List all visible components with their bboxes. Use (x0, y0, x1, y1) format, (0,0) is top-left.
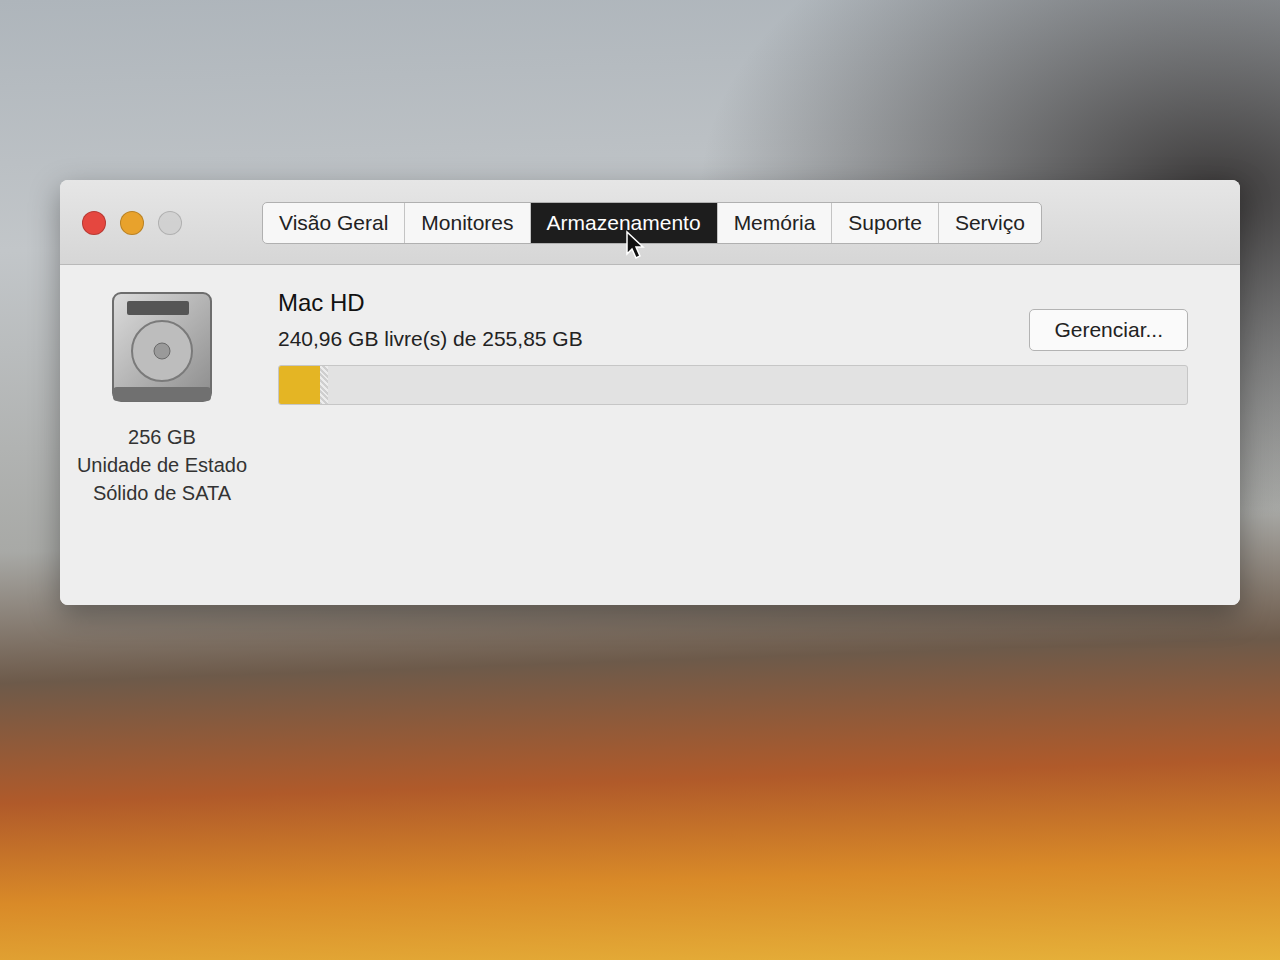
close-button[interactable] (82, 211, 106, 235)
volume-info: Mac HD 240,96 GB livre(s) de 255,85 GB Ger… (278, 289, 1188, 575)
window-controls (82, 211, 182, 235)
minimize-button[interactable] (120, 211, 144, 235)
drive-info: 256 GBUnidade de Estado Sólido de SATA (72, 289, 252, 575)
about-window: Visão GeralMonitoresArmazenamentoMemória… (60, 180, 1240, 605)
tab[interactable]: Monitores (405, 203, 530, 243)
storage-used-fill (279, 366, 320, 404)
volume-summary: 240,96 GB livre(s) de 255,85 GB (278, 327, 583, 351)
title-bar: Visão GeralMonitoresArmazenamentoMemória… (60, 180, 1240, 265)
tab[interactable]: Serviço (939, 203, 1041, 243)
tab[interactable]: Visão Geral (263, 203, 405, 243)
hard-drive-icon (107, 289, 217, 405)
manage-button[interactable]: Gerenciar... (1029, 309, 1188, 351)
drive-type: Unidade de Estado Sólido de SATA (72, 451, 252, 507)
volume-name: Mac HD (278, 289, 583, 317)
drive-capacity: 256 GB (128, 423, 196, 451)
pointer-cursor-icon (625, 230, 647, 260)
tab[interactable]: Armazenamento (531, 203, 718, 243)
storage-other-fill (320, 366, 328, 404)
storage-panel: 256 GBUnidade de Estado Sólido de SATAMa… (60, 265, 1240, 605)
tab-bar: Visão GeralMonitoresArmazenamentoMemória… (262, 202, 1042, 244)
tab[interactable]: Memória (718, 203, 833, 243)
tab[interactable]: Suporte (832, 203, 939, 243)
desktop: Visão GeralMonitoresArmazenamentoMemória… (0, 0, 1280, 960)
zoom-button (158, 211, 182, 235)
storage-bar (278, 365, 1188, 405)
